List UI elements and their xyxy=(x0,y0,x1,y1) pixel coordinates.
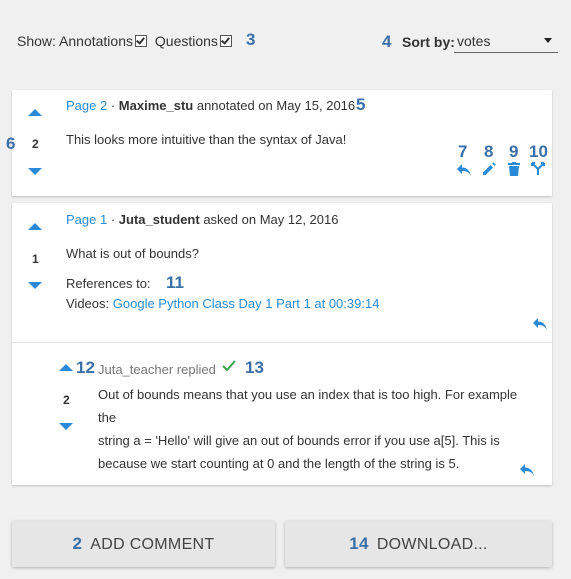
page-link[interactable]: Page 2 xyxy=(66,98,107,113)
annotation-marker-8: 8 xyxy=(484,142,494,161)
sort-select-value: votes xyxy=(457,33,491,49)
videos-label: Videos: xyxy=(66,296,110,311)
question-card: 1 Page 1 · Juta_student asked on May 12,… xyxy=(12,203,552,485)
reply-icon[interactable] xyxy=(456,163,472,177)
download-label: DOWNLOAD... xyxy=(376,536,488,553)
questions-label: Questions xyxy=(154,33,218,49)
references-label: References to: xyxy=(66,276,151,291)
reply-line: because we start counting at 0 and the l… xyxy=(98,456,460,471)
videos-row: Videos: Google Python Class Day 1 Part 1… xyxy=(66,296,379,311)
post-meta: Page 2 · Maxime_stu annotated on May 15,… xyxy=(66,98,355,113)
add-comment-label: ADD COMMENT xyxy=(90,536,215,553)
filter-toolbar: Show: Annotations Questions 3 4 Sort by:… xyxy=(0,0,571,80)
meta-separator: · xyxy=(110,212,116,227)
chevron-down-icon xyxy=(544,38,552,43)
reply-icon[interactable] xyxy=(519,463,535,477)
reply-action: replied xyxy=(176,362,216,377)
author-name[interactable]: Juta_student xyxy=(119,212,200,227)
upvote-button[interactable] xyxy=(28,109,42,116)
vote-count: 2 xyxy=(63,393,70,407)
annotations-label: Annotations xyxy=(59,33,133,49)
reply-icon[interactable] xyxy=(532,317,548,331)
annotations-checkbox[interactable] xyxy=(135,35,147,47)
video-link[interactable]: Google Python Class Day 1 Part 1 at 00:3… xyxy=(113,296,380,311)
author-name[interactable]: Maxime_stu xyxy=(119,98,193,113)
reply-line: string a = 'Hello' will give an out of b… xyxy=(98,433,500,448)
questions-checkbox[interactable] xyxy=(219,35,232,47)
annotation-marker-14: 14 xyxy=(349,534,369,553)
downvote-button[interactable] xyxy=(28,282,42,289)
show-label: Show: xyxy=(17,33,56,49)
annotation-marker-12: 12 xyxy=(76,358,95,377)
annotation-marker-11: 11 xyxy=(166,273,184,292)
post-text: This looks more intuitive than the synta… xyxy=(66,132,347,147)
vote-count: 2 xyxy=(32,137,39,151)
show-filter: Show: Annotations Questions xyxy=(17,33,236,49)
annotation-marker-2: 2 xyxy=(72,534,83,553)
reply-text: Out of bounds means that you use an inde… xyxy=(98,383,538,475)
annotation-marker-3: 3 xyxy=(246,30,256,49)
question-text: What is out of bounds? xyxy=(66,246,199,261)
meta-separator: · xyxy=(110,98,116,113)
sort-by-label: Sort by: xyxy=(402,34,455,50)
annotation-marker-5: 5 xyxy=(356,95,366,114)
divider xyxy=(12,342,552,343)
annotation-card: 6 2 Page 2 · Maxime_stu annotated on May… xyxy=(6,90,552,196)
vote-count: 1 xyxy=(32,252,39,266)
downvote-button[interactable] xyxy=(59,423,73,430)
merge-icon[interactable] xyxy=(531,162,545,176)
delete-icon[interactable] xyxy=(508,162,520,176)
add-comment-button[interactable]: 2 ADD COMMENT xyxy=(12,521,275,567)
edit-icon[interactable] xyxy=(482,162,496,176)
reply-meta: Juta_teacher replied xyxy=(98,362,216,377)
annotation-marker-4: 4 xyxy=(382,32,392,51)
reply-author[interactable]: Juta_teacher xyxy=(98,362,173,377)
annotation-marker-10: 10 xyxy=(529,142,548,161)
reply-line: Out of bounds means that you use an inde… xyxy=(98,387,518,425)
annotation-marker-9: 9 xyxy=(509,142,519,161)
page-link[interactable]: Page 1 xyxy=(66,212,107,227)
post-meta: Page 1 · Juta_student asked on May 12, 2… xyxy=(66,212,338,227)
upvote-button[interactable] xyxy=(59,364,73,371)
upvote-button[interactable] xyxy=(28,223,42,230)
annotation-marker-13: 13 xyxy=(245,358,264,377)
annotation-marker-6: 6 xyxy=(6,134,16,153)
check-icon xyxy=(222,360,236,372)
downvote-button[interactable] xyxy=(28,168,42,175)
annotation-marker-7: 7 xyxy=(458,142,468,161)
sort-select[interactable]: votes xyxy=(454,30,558,53)
post-action: annotated on May 15, 2016 xyxy=(196,98,356,113)
post-action: asked on May 12, 2016 xyxy=(203,212,339,227)
download-button[interactable]: 14 DOWNLOAD... xyxy=(285,521,552,567)
